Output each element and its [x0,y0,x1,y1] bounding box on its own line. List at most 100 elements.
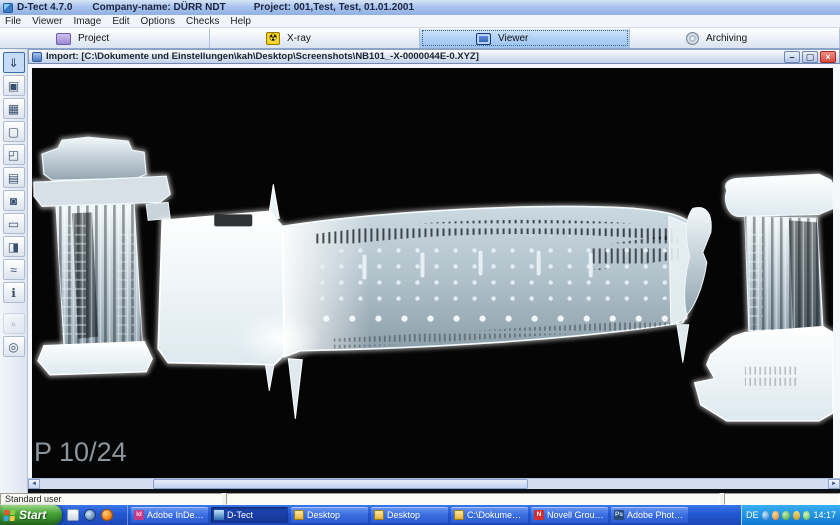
status-field-2 [226,493,720,505]
menu-checks[interactable]: Checks [186,16,219,27]
windows-flag-icon [3,510,15,521]
tab-viewer[interactable]: Viewer [420,28,630,48]
target-icon: ◎ [8,340,18,354]
app-icon [3,3,13,13]
toolbar-picture-button[interactable]: ◨ [3,236,25,257]
tab-archiving[interactable]: Archiving [630,28,840,48]
import-icon: ⇓ [8,56,18,70]
toolbar-frames-button[interactable]: ▦ [3,98,25,119]
toolbar-new-image-button[interactable]: ▢ [3,121,25,142]
menu-help[interactable]: Help [230,16,251,27]
disabled-tool-icon: ▫ [11,317,15,331]
scrollbar-thumb[interactable] [153,479,528,489]
menu-viewer[interactable]: Viewer [32,16,62,27]
toolbar-info-button[interactable]: ℹ [3,282,25,303]
start-button[interactable]: Start [0,505,62,525]
taskbar-button-dtect[interactable]: D-Tect [211,507,288,523]
tray-update-icon[interactable] [772,511,779,520]
status-field-3 [724,493,840,505]
restore-button[interactable]: ▢ [802,51,818,63]
taskbar-button-dokumente[interactable]: C:\Dokumente und Ei... [451,507,528,523]
xray-radiograph: P 10/24 [32,68,833,478]
menu-edit[interactable]: Edit [112,16,129,27]
groupwise-icon: N [534,510,544,520]
open-folder-icon: ◰ [8,148,19,162]
quick-launch-bar [62,505,128,525]
tray-lock-icon[interactable] [793,511,800,520]
toolbar-save-as-button[interactable]: ▤ [3,167,25,188]
photoshop-icon: Ps [614,510,624,520]
folder-icon [374,510,384,520]
status-user: Standard user [0,493,222,505]
app-title: D-Tect 4.7.0 [17,2,72,13]
tab-archiving-label: Archiving [706,33,747,44]
disc-icon [686,32,699,45]
taskbar-button-indesign[interactable]: Id Adobe InDesign CS3 [131,507,208,523]
project-folder-icon [56,33,71,45]
root-notch [214,214,252,226]
statusbar: Standard user [0,493,840,505]
indesign-icon: Id [134,510,144,520]
lock-icon: ◙ [10,194,17,208]
info-icon: ℹ [11,286,16,300]
taskbar-button-desktop-2[interactable]: Desktop [371,507,448,523]
folder-icon [294,510,304,520]
toolbar-save-button[interactable]: ▣ [3,75,25,96]
toolbar-signature-button[interactable]: ≈ [3,259,25,280]
toolbar-target-button[interactable]: ◎ [3,336,25,357]
firefox-icon[interactable] [101,509,113,521]
import-window: Import: [C:\Dokumente und Einstellungen\… [28,49,840,493]
root-glow [236,312,320,366]
show-desktop-icon[interactable] [67,509,79,521]
project-label: Project: 001,Test, Test, 01.01.2001 [254,2,414,13]
desktop-screen: D-Tect 4.7.0 Company-name: DÜRR NDT Proj… [0,0,840,525]
scroll-right-arrow[interactable]: ► [828,479,840,489]
tab-viewer-label: Viewer [498,33,528,44]
scroll-left-arrow[interactable]: ◄ [28,479,40,489]
toolbar-import-button[interactable]: ⇓ [3,52,25,73]
app-titlebar: D-Tect 4.7.0 Company-name: DÜRR NDT Proj… [0,0,840,15]
toolbar-lock-button[interactable]: ◙ [3,190,25,211]
company-label: Company-name: DÜRR NDT [92,2,225,13]
import-window-titlebar[interactable]: Import: [C:\Dokumente und Einstellungen\… [28,49,840,64]
windows-taskbar: Start Id Adobe InDesign CS3 D-Tect Deskt… [0,505,840,525]
toolbar-disabled-button: ▫ [3,313,25,334]
quick-launch-app-icon[interactable] [84,509,96,521]
import-window-title: Import: [C:\Dokumente und Einstellungen\… [46,51,780,62]
taskbar-button-photoshop[interactable]: Ps Adobe Photoshop CS... [611,507,688,523]
xray-canvas[interactable]: P 10/24 [32,68,833,478]
image-counter-overlay: P 10/24 [34,437,127,467]
side-toolbar: ⇓ ▣ ▦ ▢ ◰ ▤ ◙ ▭ ◨ ≈ ℹ ▫ ◎ [0,49,28,493]
toolbar-monitor-button[interactable]: ▭ [3,213,25,234]
dtect-icon [214,510,224,520]
task-buttons: Id Adobe InDesign CS3 D-Tect Desktop Des… [128,505,741,525]
minimize-button[interactable]: – [784,51,800,63]
right-blade-shroud [726,174,833,216]
tray-antivirus-icon[interactable] [782,511,789,520]
taskbar-button-groupwise[interactable]: N Novell GroupWise - N... [531,507,608,523]
taskbar-clock[interactable]: 14:17 [813,510,836,520]
new-image-icon: ▢ [8,125,19,139]
taskbar-button-desktop-1[interactable]: Desktop [291,507,368,523]
tab-project[interactable]: Project [0,28,210,48]
save-as-icon: ▤ [8,171,19,185]
menubar: File Viewer Image Edit Options Checks He… [0,15,840,28]
tray-globe-icon[interactable] [762,511,769,520]
menu-file[interactable]: File [5,16,21,27]
language-indicator[interactable]: DE [746,510,759,520]
toolbar-open-button[interactable]: ◰ [3,144,25,165]
scrollbar-track[interactable] [40,479,828,489]
radiation-icon: ☢ [266,32,280,45]
close-button[interactable]: × [820,51,836,63]
signature-icon: ≈ [10,263,17,277]
menu-options[interactable]: Options [141,16,175,27]
menu-image[interactable]: Image [74,16,102,27]
cooling-holes-small [316,236,680,311]
screen-icon: ▭ [8,217,19,231]
tray-status-icon[interactable] [803,511,810,520]
viewer-frame: P 10/24 [28,64,840,478]
module-tabbar: Project ☢ X-ray Viewer Archiving [0,28,840,49]
save-icon: ▣ [8,79,19,93]
tab-xray[interactable]: ☢ X-ray [210,28,420,48]
tab-xray-label: X-ray [287,33,311,44]
